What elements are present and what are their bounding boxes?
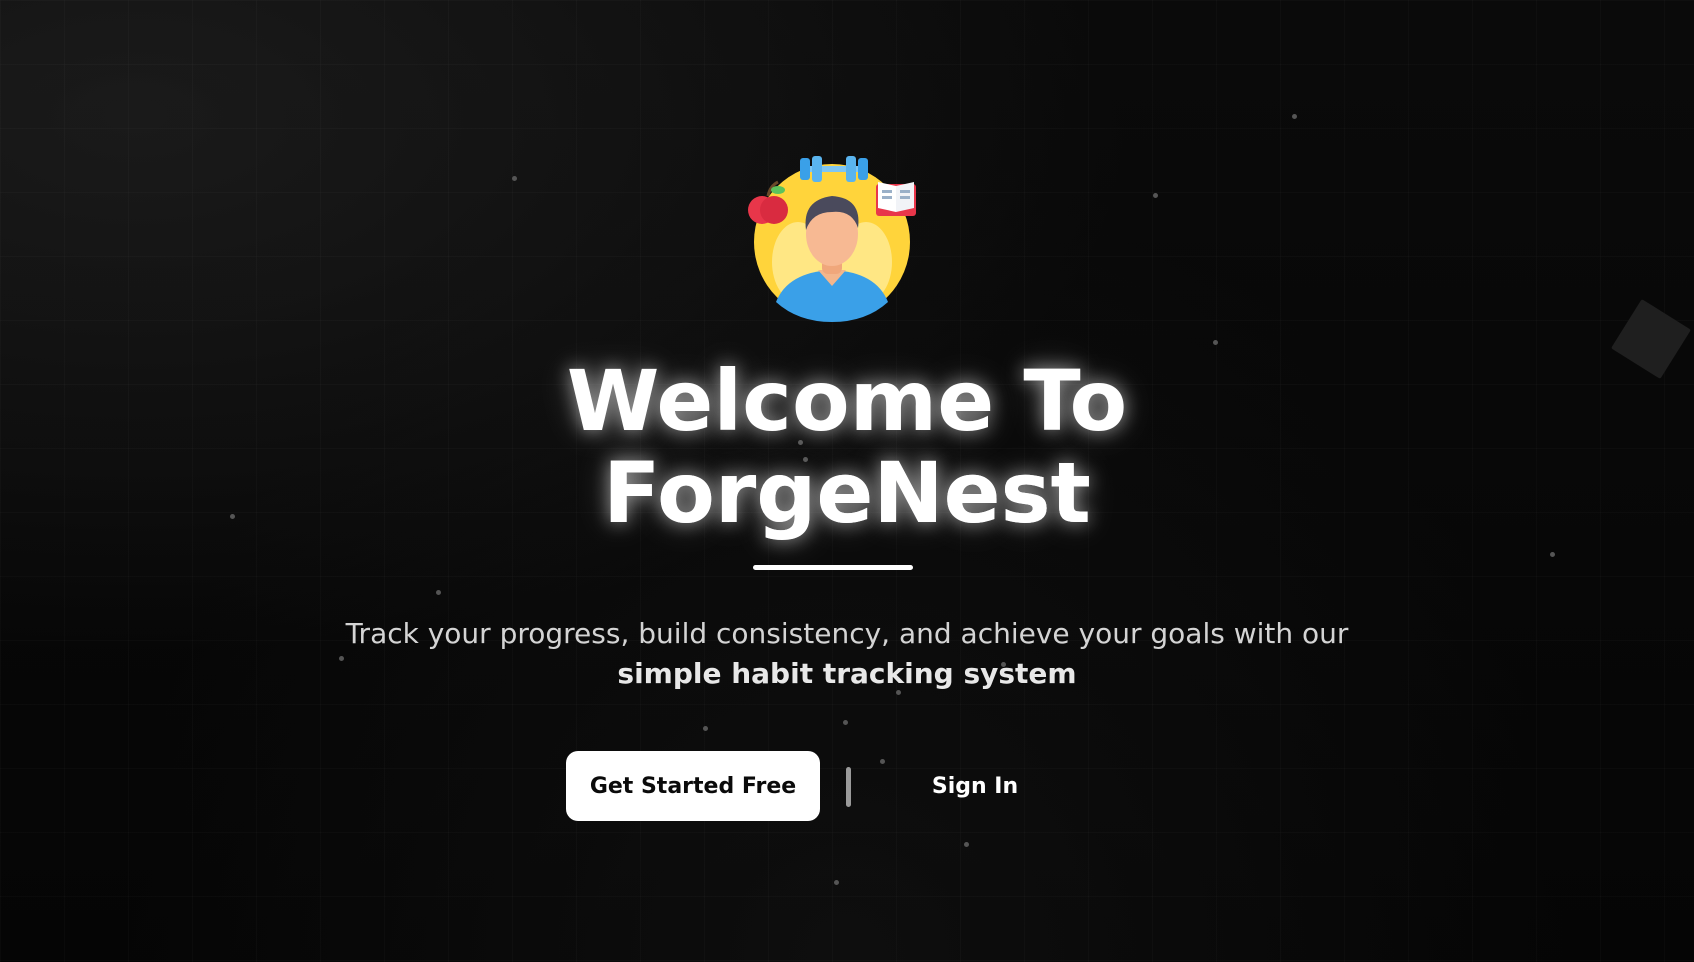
particle-dot: [1292, 114, 1297, 119]
get-started-button[interactable]: Get Started Free: [566, 751, 820, 821]
particle-dot: [703, 726, 708, 731]
hero-subtitle: Track your progress, build consistency, …: [0, 614, 1694, 694]
particle-dot: [843, 720, 848, 725]
button-divider: [846, 767, 851, 807]
hero-title-line2: ForgeNest: [0, 447, 1694, 539]
book-icon: [876, 182, 916, 216]
particle-dot: [880, 759, 885, 764]
particle-dot: [512, 176, 517, 181]
particle-dot: [834, 880, 839, 885]
particle-dot: [964, 842, 969, 847]
hero-subtitle-emphasis: simple habit tracking system: [617, 657, 1077, 690]
particle-dot: [436, 590, 441, 595]
apple-icon: [748, 180, 788, 224]
hero-title: Welcome To ForgeNest: [0, 355, 1694, 539]
hero-title-line1: Welcome To: [566, 352, 1128, 450]
particle-dot: [1153, 193, 1158, 198]
title-underline: [753, 565, 913, 570]
hero-subtitle-text: Track your progress, build consistency, …: [345, 617, 1349, 650]
particle-dot: [1213, 340, 1218, 345]
particle-dot: [1550, 552, 1555, 557]
person-avatar-icon: [748, 156, 916, 322]
sign-in-button[interactable]: Sign In: [900, 751, 1050, 821]
